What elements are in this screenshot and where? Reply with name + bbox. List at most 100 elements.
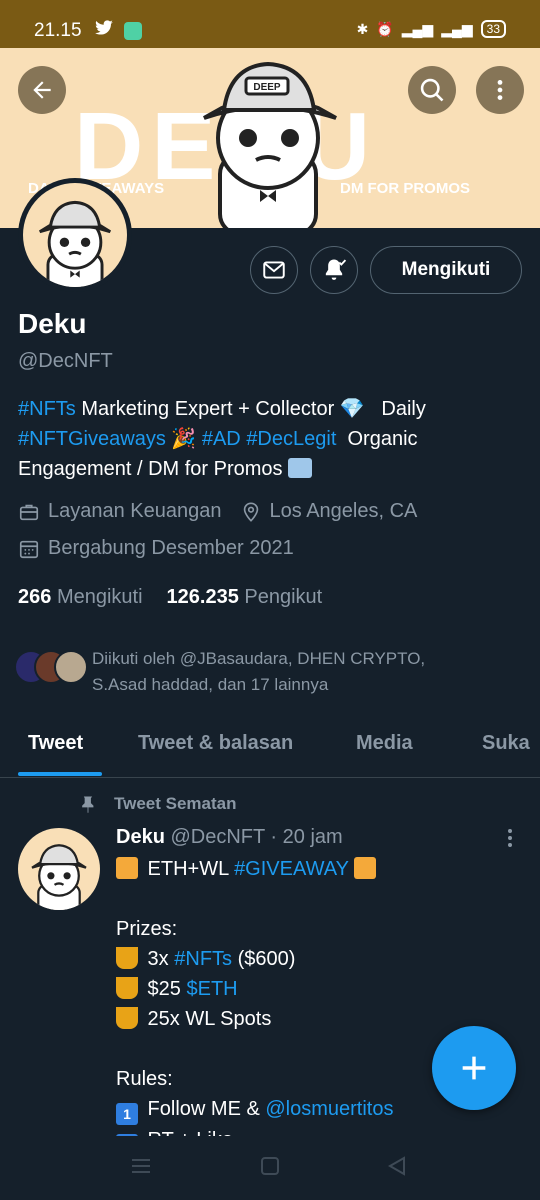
search-icon: [420, 78, 444, 102]
app-notification-icon: [124, 21, 142, 40]
banner-character-illustration: DEEP: [203, 61, 337, 228]
tweet-hashtag-giveaway[interactable]: #GIVEAWAY: [234, 858, 348, 880]
tweet-text-segment: ETH+WL: [142, 858, 235, 880]
tweet-author-handle: @DecNFT: [170, 826, 265, 848]
more-options-button[interactable]: [476, 66, 524, 114]
recents-button[interactable]: [130, 1156, 152, 1181]
hat-label: DEEP: [253, 82, 281, 93]
pin-icon: [82, 796, 94, 814]
system-back-button[interactable]: [386, 1156, 408, 1181]
profile-handle: @DecNFT: [18, 350, 113, 372]
envelope-icon: [288, 458, 313, 478]
back-arrow-icon: [33, 81, 51, 99]
banner-right-text: DM FOR PROMOS: [340, 180, 470, 197]
twitter-bird-icon: [94, 20, 114, 41]
following-stat[interactable]: 266 Mengikuti: [18, 586, 143, 609]
tweet-prizes-title: Prizes:: [116, 918, 178, 940]
profile-meta-row: Layanan Keuangan Los Angeles, CA: [18, 500, 417, 523]
tweet-mention-losmuertitos[interactable]: @losmuertitos: [265, 1098, 393, 1120]
followers-label: Pengikut: [244, 586, 323, 608]
signal-icon-2: ▂▄▆: [441, 20, 473, 37]
system-navigation-bar: [0, 1136, 540, 1200]
back-triangle-icon: [387, 1156, 405, 1176]
alarm-icon: ⏰: [376, 20, 394, 37]
bio-hashtag-nftgiveaways[interactable]: #NFTGiveaways: [18, 428, 166, 450]
calendar-icon: [18, 538, 40, 560]
trophy-icon: [116, 947, 138, 969]
tab-likes[interactable]: Suka: [482, 732, 530, 755]
followed-by-text-line1: Diikuti oleh @JBasaudara, DHEN CRYPTO,: [92, 649, 426, 668]
tab-tweet-and-replies[interactable]: Tweet & balasan: [138, 732, 293, 755]
briefcase-icon: [18, 501, 40, 523]
back-button[interactable]: [18, 66, 66, 114]
plus-icon: [462, 1056, 486, 1080]
gem-icon: 💎: [339, 398, 365, 420]
home-button[interactable]: [259, 1156, 281, 1181]
bio-hashtag-ad[interactable]: #AD: [202, 428, 241, 450]
bio-text: Marketing Expert + Collector: [75, 398, 340, 420]
profile-tabs: Tweet Tweet & balasan Media Suka: [0, 712, 540, 778]
avatar-character-image: [38, 200, 112, 287]
profile-name: Deku: [18, 308, 87, 339]
location-pin-icon: [240, 501, 262, 523]
tweet-time: · 20 jam: [270, 826, 343, 848]
avatar-character-image: [31, 844, 87, 910]
followers-count: 126.235: [166, 586, 239, 608]
tab-media[interactable]: Media: [356, 732, 413, 755]
more-vertical-icon: [508, 829, 512, 847]
bio-text: Engagement / DM for Promos: [18, 458, 289, 480]
battery-icon: 33: [480, 20, 506, 38]
search-button[interactable]: [408, 66, 456, 114]
follower-avatar: [54, 650, 88, 684]
home-square-icon: [261, 1157, 279, 1175]
tweet-author-avatar[interactable]: [18, 828, 100, 910]
following-label: Mengikuti: [56, 586, 143, 608]
profile-stats: 266 Mengikuti 126.235 Pengikut: [18, 586, 322, 609]
keycap-one-icon: 1: [116, 1103, 138, 1125]
tweet-cashtag-eth[interactable]: $ETH: [186, 978, 237, 1000]
active-tab-indicator: [18, 772, 102, 776]
followers-stat[interactable]: 126.235 Pengikut: [167, 586, 323, 609]
trophy-icon: [116, 1007, 138, 1029]
profile-category: Layanan Keuangan: [48, 500, 222, 522]
menu-lines-icon: [132, 1159, 150, 1173]
followed-by[interactable]: Diikuti oleh @JBasaudara, DHEN CRYPTO, S…: [14, 646, 425, 698]
compose-tweet-button[interactable]: [432, 1026, 516, 1110]
profile-location: Los Angeles, CA: [269, 500, 418, 522]
profile-avatar[interactable]: [18, 178, 132, 292]
followed-by-text-line2: S.Asad haddad, dan 17 lainnya: [92, 675, 329, 694]
status-bar: 21.15 ✱ ⏰ ▂▄▆ ▂▄▆ 33: [0, 0, 540, 48]
profile-joined-row: Bergabung Desember 2021: [18, 537, 294, 560]
following-count: 266: [18, 586, 52, 608]
tab-tweet[interactable]: Tweet: [28, 732, 83, 755]
mail-icon: [263, 261, 285, 279]
bluetooth-icon: ✱: [356, 20, 369, 37]
bio-text: Organic: [336, 428, 418, 450]
signal-icon: ▂▄▆: [401, 20, 434, 37]
notifications-button[interactable]: [310, 246, 358, 294]
tweet-header: Deku @DecNFT · 20 jam: [116, 826, 343, 849]
bell-check-icon: [325, 259, 347, 280]
profile-joined-date: Bergabung Desember 2021: [48, 537, 294, 559]
pinned-label: Tweet Sematan: [78, 794, 237, 814]
trophy-icon: [116, 977, 138, 999]
tweet-author-name[interactable]: Deku: [116, 826, 165, 848]
tweet-hashtag-nfts[interactable]: #NFTs: [174, 948, 232, 970]
follower-avatars: [14, 646, 88, 686]
tweet-text-segment: Follow ME &: [142, 1098, 266, 1120]
message-button[interactable]: [250, 246, 298, 294]
party-popper-icon: 🎉: [171, 428, 197, 450]
following-button[interactable]: Mengikuti: [370, 246, 522, 294]
tweet-text-segment: ($600): [232, 948, 296, 970]
bio-hashtag-declegit[interactable]: #DecLegit: [246, 428, 336, 450]
bio-hashtag-nfts[interactable]: #NFTs: [18, 398, 76, 420]
tweet-text-segment: 25x WL Spots: [142, 1008, 272, 1030]
gift-icon: [116, 857, 138, 879]
pinned-tweet-label: Tweet Sematan: [114, 794, 237, 813]
more-vertical-icon: [497, 80, 503, 100]
tweet-text-segment: $25: [142, 978, 187, 1000]
tweet-text-segment: 3x: [142, 948, 175, 970]
tweet-more-button[interactable]: [500, 826, 520, 855]
profile-bio: #NFTs Marketing Expert + Collector 💎 Dai…: [18, 394, 518, 484]
bio-text: Daily: [364, 398, 426, 420]
